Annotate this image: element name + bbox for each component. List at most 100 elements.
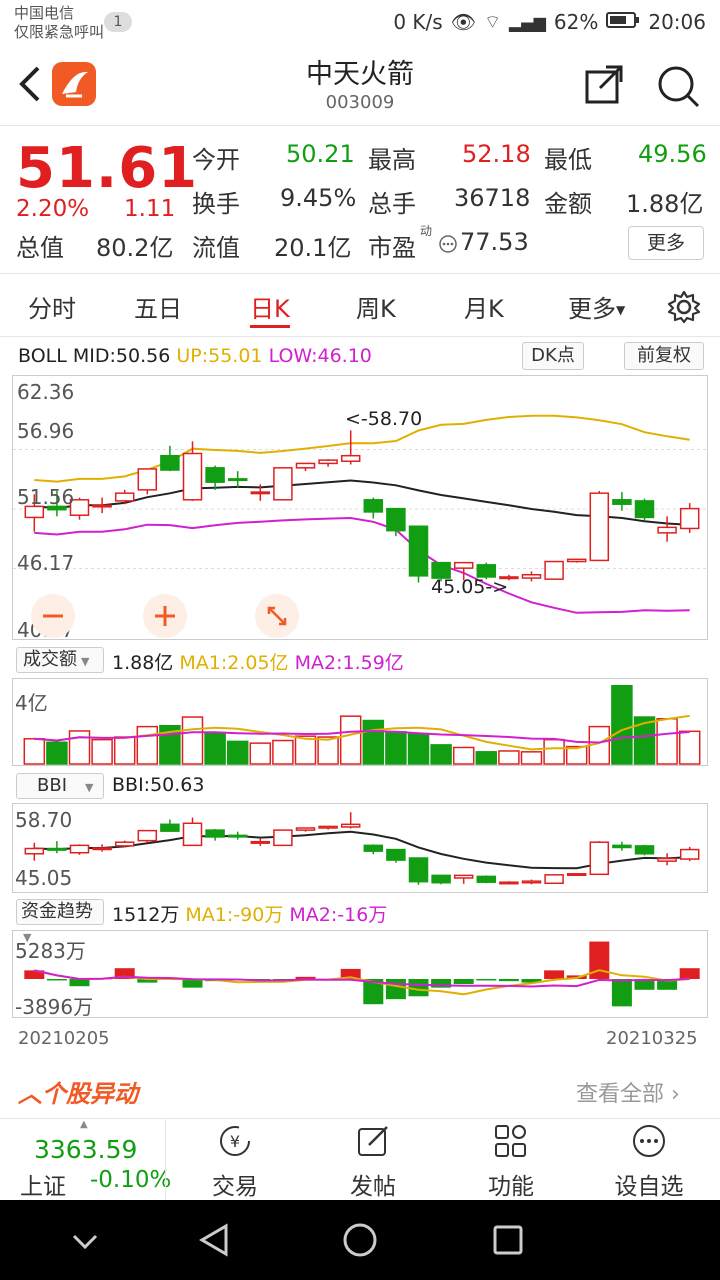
float-label: 流值 — [192, 234, 240, 262]
index-value: 3363.59 — [34, 1135, 138, 1164]
bbi-panel: 58.70 45.05 — [12, 803, 708, 893]
post-button[interactable]: 发帖 — [308, 1119, 438, 1201]
volume-bar — [543, 738, 565, 765]
fullscreen-button[interactable] — [255, 594, 299, 638]
boll-legend: BOLL MID:50.56 UP:55.01 LOW:46.10 — [18, 345, 372, 367]
volume-bar — [91, 738, 113, 765]
bbi-candle — [47, 847, 67, 851]
amount-label: 金额 — [544, 190, 592, 218]
function-button[interactable]: 功能 — [446, 1119, 576, 1201]
volume-bar — [498, 750, 520, 765]
edit-icon — [355, 1123, 391, 1159]
candle — [318, 459, 338, 465]
bbi-candle — [634, 845, 655, 855]
bbi-candle — [566, 873, 587, 877]
view-all-link[interactable]: 查看全部 › — [576, 1076, 680, 1108]
index-name: 上证 — [20, 1174, 66, 1200]
bbi-candle — [431, 874, 451, 884]
bbi-candle — [69, 844, 90, 854]
bbi-candle — [182, 822, 203, 847]
dk-point-button[interactable]: DK点 — [522, 342, 584, 370]
bbi-axis-bottom: 45.05 — [15, 866, 73, 890]
fund-bar — [69, 979, 90, 987]
tab-monthly-k[interactable]: 月K — [464, 289, 504, 324]
y-axis-label: 51.56 — [17, 485, 75, 509]
tab-daily-k[interactable]: 日K — [250, 289, 290, 324]
fund-legend: 1512万 MA1:-90万 MA2:-16万 — [112, 900, 387, 927]
y-axis-label: 56.96 — [17, 419, 75, 443]
boll-low: LOW:46.10 — [268, 345, 372, 367]
caret-down-icon: ▼ — [85, 781, 94, 794]
volume-selector[interactable]: 成交额 ▼ — [16, 647, 104, 673]
candle — [137, 468, 158, 491]
dots-icon — [438, 234, 458, 258]
chevron-right-icon: › — [664, 1082, 680, 1107]
settings-gear-icon[interactable] — [666, 289, 702, 329]
zoom-out-button[interactable] — [31, 594, 75, 638]
bbi-candle — [295, 827, 316, 831]
volume-bar — [249, 742, 272, 765]
bbi-candle — [476, 875, 497, 883]
candle — [273, 467, 293, 501]
bbi-candle — [657, 857, 677, 862]
nav-back-icon[interactable] — [196, 1222, 230, 1262]
more-button[interactable]: 更多 — [628, 226, 704, 260]
turnover-label: 换手 — [192, 190, 240, 218]
volume-bar — [204, 731, 226, 765]
carrier-info: 中国电信 仅限紧急呼叫 — [14, 4, 104, 42]
system-nav-bar — [0, 1200, 720, 1280]
nav-collapse-icon[interactable] — [70, 1226, 100, 1260]
volume-bar — [317, 736, 339, 765]
bbi-candle — [137, 829, 158, 842]
last-price: 51.61 — [16, 136, 199, 201]
bbi-candle — [340, 823, 361, 828]
mktcap-label: 总值 — [16, 234, 64, 262]
tab-intraday[interactable]: 分时 — [28, 289, 76, 324]
index-ticker[interactable]: ▲ 3363.59 上证 -0.10% — [10, 1119, 171, 1201]
candle — [363, 499, 384, 513]
volume-bar — [68, 730, 91, 765]
candle — [205, 467, 225, 483]
tab-more[interactable]: 更多▼ — [568, 289, 625, 324]
candle — [634, 500, 655, 519]
tab-weekly-k[interactable]: 周K — [356, 289, 396, 324]
zoom-in-button[interactable] — [143, 594, 187, 638]
chevron-up-icon: ︿ — [18, 1080, 42, 1108]
bbi-candle — [544, 874, 564, 885]
volume-bar — [339, 715, 362, 765]
post-label: 发帖 — [350, 1174, 396, 1200]
candle — [92, 504, 112, 508]
volume-bar — [452, 746, 475, 765]
bbi-candle — [453, 874, 474, 879]
high-annotation: <-58.70 — [345, 408, 423, 430]
notification-badge: 1 — [104, 12, 132, 32]
boll-mid: BOLL MID:50.56 — [18, 345, 171, 367]
add-watchlist-button[interactable]: 设自选 — [584, 1119, 714, 1201]
stock-header: 中天火箭 003009 — [0, 46, 720, 126]
bbi-candle — [205, 829, 225, 838]
start-date: 20210205 — [18, 1028, 110, 1049]
bbi-candle — [273, 829, 293, 847]
share-icon[interactable] — [584, 64, 628, 108]
fund-bar — [611, 979, 632, 1007]
search-icon[interactable] — [656, 64, 700, 108]
adjust-button[interactable]: 前复权 — [624, 342, 704, 370]
bbi-candle — [589, 841, 610, 876]
bbi-selector[interactable]: BBI ▼ — [16, 773, 104, 799]
nav-home-icon[interactable] — [342, 1222, 378, 1262]
volume-bar — [226, 740, 249, 765]
fund-selector[interactable]: 资金趋势▼ — [16, 899, 104, 944]
trade-button[interactable]: ¥ 交易 — [170, 1119, 300, 1201]
section-title-text: 个股异动 — [42, 1080, 138, 1108]
period-tabs: 分时 五日 日K 周K 月K 更多▼ — [0, 275, 720, 337]
nav-recents-icon[interactable] — [492, 1224, 524, 1260]
candle — [295, 462, 316, 469]
active-tab-underline — [250, 325, 290, 328]
volume-bar — [136, 725, 159, 765]
index-change: -0.10% — [90, 1167, 172, 1193]
tab-five-day[interactable]: 五日 — [134, 289, 182, 324]
pe-label: 市盈 — [368, 234, 416, 262]
yen-cycle-icon: ¥ — [217, 1123, 253, 1159]
stock-alert-section: ︿个股异动 查看全部 › — [0, 1066, 720, 1116]
fund-bar — [385, 979, 406, 1000]
